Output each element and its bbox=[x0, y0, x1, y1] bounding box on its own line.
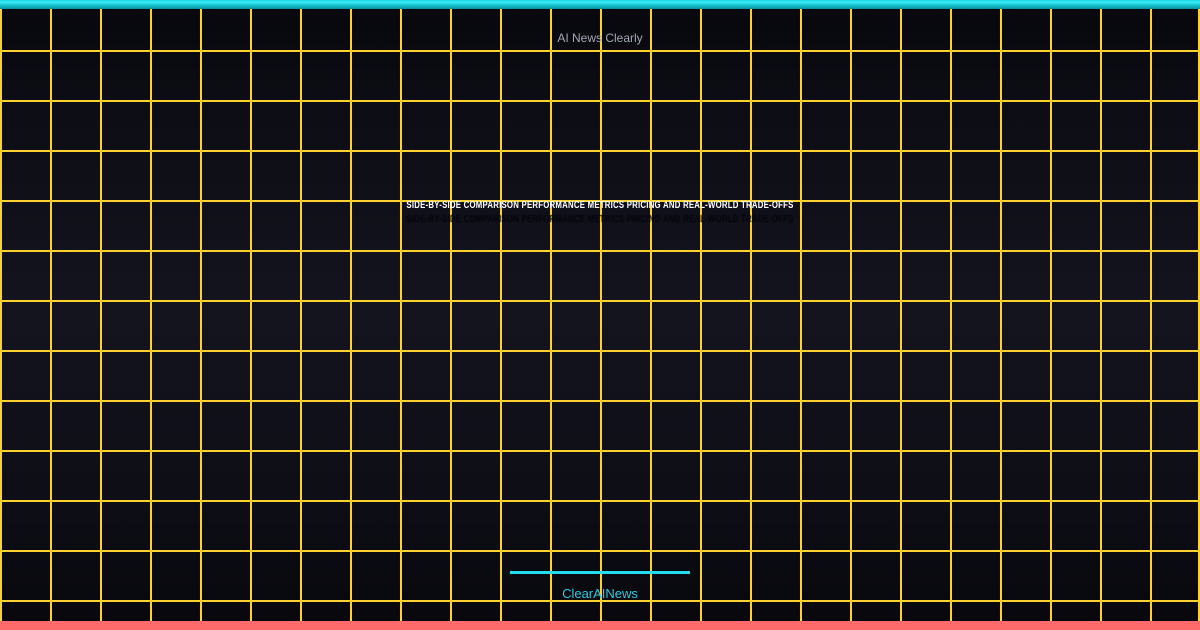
headline: SIDE-BY-SIDE COMPARISON PERFORMANCE METR… bbox=[406, 200, 794, 211]
social-card: AI News Clearly SIDE-BY-SIDE COMPARISON … bbox=[0, 0, 1200, 630]
grid-background bbox=[0, 0, 1200, 630]
footer-brand: ClearAINews bbox=[562, 586, 638, 601]
top-accent-bar bbox=[0, 0, 1200, 9]
site-title: AI News Clearly bbox=[557, 31, 643, 45]
brand-underline bbox=[510, 571, 690, 574]
bottom-accent-bar bbox=[0, 621, 1200, 630]
